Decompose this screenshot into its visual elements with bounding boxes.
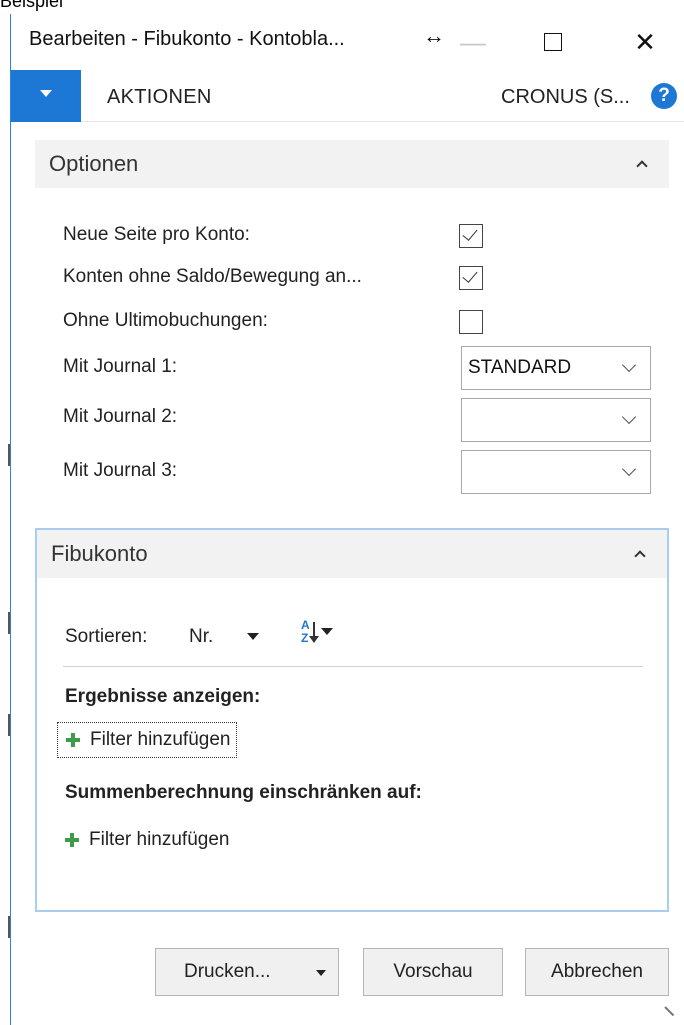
add-totals-filter-label: Filter hinzufügen bbox=[89, 829, 230, 850]
minimize-button[interactable]: — bbox=[453, 14, 493, 70]
chevron-down-icon bbox=[621, 409, 637, 425]
title-bar[interactable]: Bearbeiten - Fibukonto - Kontobla... ↔ —… bbox=[11, 14, 684, 70]
tab-actions[interactable]: AKTIONEN bbox=[107, 86, 212, 109]
options-fasttab-title: Optionen bbox=[49, 151, 139, 176]
option-label-new-page: Neue Seite pro Konto: bbox=[63, 224, 250, 245]
option-label-closing-entries: Ohne Ultimobuchungen: bbox=[63, 310, 268, 331]
dropdown-triangle-icon bbox=[40, 89, 52, 97]
plus-icon bbox=[65, 833, 79, 847]
add-filter-button[interactable]: Filter hinzufügen bbox=[57, 722, 238, 758]
background-window-edge bbox=[0, 14, 10, 1025]
options-fasttab-header[interactable]: Optionen bbox=[35, 140, 669, 188]
company-name: CRONUS (S... bbox=[501, 86, 630, 108]
plus-icon bbox=[66, 733, 80, 747]
chevron-down-icon bbox=[621, 461, 637, 477]
option-label-accounts-without-balance: Konten ohne Saldo/Bewegung an... bbox=[63, 266, 362, 287]
option-label-journal-1: Mit Journal 1: bbox=[63, 356, 178, 377]
chevron-up-icon[interactable] bbox=[633, 154, 653, 174]
ribbon: AKTIONEN CRONUS (S... ? bbox=[11, 70, 684, 122]
application-menu-button[interactable] bbox=[11, 70, 81, 122]
fibukonto-fasttab-title: Fibukonto bbox=[51, 541, 148, 566]
sort-field-dropdown[interactable]: Nr. bbox=[189, 626, 213, 648]
fibukonto-fasttab: Fibukonto Sortieren: Nr. AZ Ergebnisse a… bbox=[35, 528, 669, 912]
fibukonto-fasttab-header[interactable]: Fibukonto bbox=[37, 530, 667, 578]
preview-button[interactable]: Vorschau bbox=[363, 948, 503, 996]
dropdown-triangle-icon[interactable] bbox=[247, 633, 259, 640]
cancel-button[interactable]: Abbrechen bbox=[525, 948, 669, 996]
divider bbox=[63, 666, 643, 667]
accounts-without-balance-checkbox[interactable] bbox=[459, 266, 483, 290]
option-label-journal-3: Mit Journal 3: bbox=[63, 460, 178, 481]
journal-1-select[interactable]: STANDARD bbox=[461, 346, 651, 390]
closing-entries-checkbox[interactable] bbox=[459, 310, 483, 334]
request-page-window: Bearbeiten - Fibukonto - Kontobla... ↔ —… bbox=[10, 14, 684, 1025]
resize-icon[interactable]: ↔ bbox=[419, 8, 449, 64]
resize-grip-icon[interactable] bbox=[663, 1004, 681, 1022]
maximize-icon bbox=[544, 33, 562, 51]
chevron-down-icon bbox=[621, 357, 637, 373]
maximize-button[interactable] bbox=[531, 14, 575, 70]
close-button[interactable]: ✕ bbox=[623, 14, 667, 70]
new-page-checkbox[interactable] bbox=[459, 224, 483, 248]
window-title: Bearbeiten - Fibukonto - Kontobla... bbox=[29, 28, 345, 50]
journal-2-select[interactable] bbox=[461, 398, 651, 442]
results-label: Ergebnisse anzeigen: bbox=[65, 686, 261, 707]
help-icon[interactable]: ? bbox=[651, 83, 677, 109]
option-label-journal-2: Mit Journal 2: bbox=[63, 406, 178, 427]
sort-label: Sortieren: bbox=[65, 626, 148, 647]
print-button[interactable]: Drucken... bbox=[155, 948, 339, 996]
background-text: Beispiel bbox=[0, 0, 64, 11]
sort-ascending-icon[interactable]: AZ bbox=[299, 618, 333, 650]
add-filter-label: Filter hinzufügen bbox=[90, 729, 231, 750]
dropdown-triangle-icon[interactable] bbox=[316, 970, 326, 976]
journal-1-value: STANDARD bbox=[468, 357, 572, 378]
background-window-fragment: Beispiel bbox=[0, 0, 684, 14]
chevron-up-icon[interactable] bbox=[631, 544, 651, 564]
print-label: Drucken... bbox=[184, 961, 271, 982]
add-totals-filter-button[interactable]: Filter hinzufügen bbox=[57, 822, 235, 858]
journal-3-select[interactable] bbox=[461, 450, 651, 494]
totals-filter-label: Summenberechnung einschränken auf: bbox=[65, 782, 422, 803]
